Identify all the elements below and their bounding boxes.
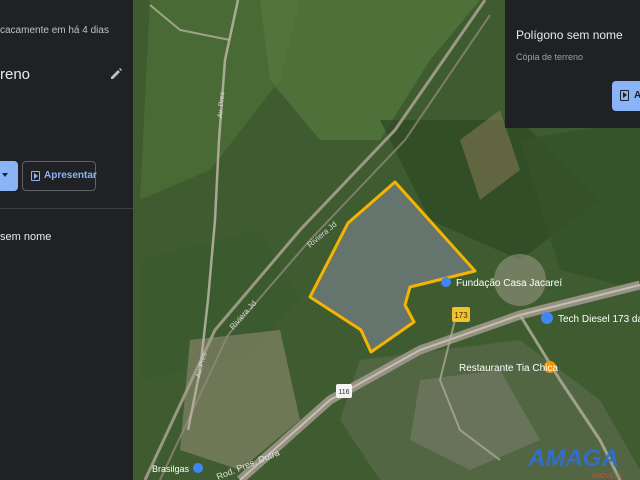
- svg-text:173: 173: [454, 311, 468, 320]
- add-dropdown-button[interactable]: [0, 161, 18, 191]
- present-feature-button-label: A: [634, 90, 640, 101]
- svg-text:116: 116: [338, 389, 349, 396]
- route-173-shield: 173: [452, 307, 470, 322]
- project-title[interactable]: reno: [0, 66, 30, 83]
- pencil-icon[interactable]: [109, 66, 123, 80]
- present-icon: [620, 90, 629, 101]
- place-restaurante[interactable]: Restaurante Tia Chica: [459, 361, 558, 374]
- svg-text:Fundação Casa Jacareí: Fundação Casa Jacareí: [456, 278, 562, 289]
- feature-title[interactable]: Polígono sem nome: [516, 28, 623, 42]
- place-fundacao[interactable]: Fundação Casa Jacareí: [441, 277, 562, 289]
- svg-text:Brasilgas: Brasilgas: [152, 464, 190, 474]
- left-panel: cacamente em há 4 dias reno Apresentar s…: [0, 0, 133, 480]
- chevron-down-icon: [2, 173, 8, 177]
- present-button-label: Apresentar: [44, 170, 97, 181]
- svg-text:AMAGA: AMAGA: [527, 445, 619, 472]
- present-button[interactable]: Apresentar: [22, 161, 97, 191]
- last-edited-text: cacamente em há 4 dias: [0, 25, 109, 36]
- svg-text:Tech Diesel 173 da Dut: Tech Diesel 173 da Dut: [558, 314, 640, 325]
- layer-item[interactable]: sem nome: [0, 231, 51, 243]
- present-feature-button[interactable]: A: [612, 81, 640, 111]
- svg-text:Restaurante Tia Chica: Restaurante Tia Chica: [459, 363, 558, 374]
- route-116-shield: 116: [336, 384, 352, 398]
- svg-text:IMÓVEIS: IMÓVEIS: [592, 471, 622, 480]
- feature-detail-panel: Polígono sem nome Cópia de terreno A: [505, 0, 640, 128]
- present-icon: [31, 171, 40, 181]
- divider: [0, 208, 133, 209]
- feature-description: Cópia de terreno: [516, 52, 584, 62]
